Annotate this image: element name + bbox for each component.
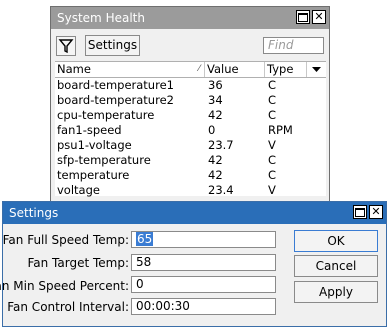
cell-value: 34 bbox=[208, 93, 223, 107]
table-row[interactable]: board-temperature1 36 C bbox=[55, 78, 326, 93]
cell-value: 23.4 bbox=[208, 183, 234, 197]
maximize-icon[interactable] bbox=[296, 10, 310, 24]
cell-name: board-temperature2 bbox=[57, 93, 174, 107]
table-row[interactable]: board-temperature2 34 C bbox=[55, 93, 326, 108]
close-icon[interactable]: ✕ bbox=[312, 10, 326, 24]
column-menu-button[interactable] bbox=[307, 62, 326, 77]
cancel-button-label: Cancel bbox=[315, 259, 357, 273]
dialog-title: Settings bbox=[9, 206, 59, 220]
filter-button[interactable] bbox=[56, 36, 76, 56]
fan-full-speed-temp-input[interactable]: 65 bbox=[131, 231, 276, 248]
fan-min-speed-percent-input[interactable]: 0 bbox=[131, 276, 276, 293]
apply-button[interactable]: Apply bbox=[294, 281, 378, 303]
fan-control-interval-label: Fan Control Interval: bbox=[7, 300, 129, 314]
table-row[interactable]: temperature 42 C bbox=[55, 168, 326, 183]
table-row[interactable]: voltage 23.4 V bbox=[55, 183, 326, 198]
chevron-down-icon bbox=[312, 67, 321, 72]
cell-name: cpu-temperature bbox=[57, 108, 155, 122]
apply-button-label: Apply bbox=[319, 285, 353, 299]
cell-name: sfp-temperature bbox=[57, 153, 151, 167]
system-health-titlebar[interactable]: System Health ✕ bbox=[51, 7, 329, 29]
settings-titlebar[interactable]: Settings ✕ bbox=[3, 202, 386, 224]
fan-target-temp-label: Fan Target Temp: bbox=[27, 256, 129, 270]
table-row[interactable]: cpu-temperature 42 C bbox=[55, 108, 326, 123]
cell-name: board-temperature1 bbox=[57, 78, 174, 92]
fan-target-temp-input[interactable]: 58 bbox=[131, 254, 276, 271]
cancel-button[interactable]: Cancel bbox=[294, 255, 378, 277]
health-table: Name ⁄ Value Type board-temperature1 36 … bbox=[55, 61, 326, 198]
cell-value: 42 bbox=[208, 168, 223, 182]
cell-type: C bbox=[268, 153, 277, 167]
cell-type: V bbox=[268, 183, 276, 197]
cell-name: temperature bbox=[57, 168, 130, 182]
cell-type: C bbox=[268, 108, 277, 122]
cell-value: 36 bbox=[208, 78, 223, 92]
column-header-value[interactable]: Value bbox=[205, 62, 265, 77]
table-header: Name ⁄ Value Type bbox=[55, 62, 326, 78]
cell-type: C bbox=[268, 93, 277, 107]
close-icon[interactable]: ✕ bbox=[369, 205, 383, 219]
maximize-icon[interactable] bbox=[353, 205, 367, 219]
column-type-label: Type bbox=[267, 62, 294, 76]
table-row[interactable]: psu1-voltage 23.7 V bbox=[55, 138, 326, 153]
cell-value: 0 bbox=[208, 123, 216, 137]
settings-button-label: Settings bbox=[87, 38, 138, 52]
column-value-label: Value bbox=[207, 62, 239, 76]
cell-value: 42 bbox=[208, 153, 223, 167]
fan-full-speed-temp-label: Fan Full Speed Temp: bbox=[2, 233, 129, 247]
find-input[interactable]: Find bbox=[263, 37, 324, 54]
cell-value: 23.7 bbox=[208, 138, 234, 152]
cell-name: fan1-speed bbox=[57, 123, 122, 137]
cell-name: voltage bbox=[57, 183, 100, 197]
cell-type: RPM bbox=[268, 123, 293, 137]
fan-min-speed-percent-label: Fan Min Speed Percent: bbox=[0, 279, 129, 293]
cell-type: C bbox=[268, 168, 277, 182]
fan-target-temp-value: 58 bbox=[136, 255, 152, 269]
settings-button[interactable]: Settings bbox=[85, 35, 140, 56]
table-row[interactable]: fan1-speed 0 RPM bbox=[55, 123, 326, 138]
filter-icon bbox=[58, 39, 74, 54]
settings-dialog: Settings ✕ Fan Full Speed Temp: Fan Targ… bbox=[0, 201, 387, 327]
table-row[interactable]: sfp-temperature 42 C bbox=[55, 153, 326, 168]
cell-type: C bbox=[268, 78, 277, 92]
fan-min-speed-percent-value: 0 bbox=[136, 277, 144, 291]
fan-full-speed-temp-value: 65 bbox=[136, 232, 154, 246]
fan-control-interval-value: 00:00:30 bbox=[136, 299, 190, 313]
column-name-label: Name bbox=[57, 62, 91, 76]
cell-type: V bbox=[268, 138, 276, 152]
cell-name: psu1-voltage bbox=[57, 138, 132, 152]
fan-control-interval-input[interactable]: 00:00:30 bbox=[131, 298, 276, 315]
column-header-type[interactable]: Type bbox=[265, 62, 307, 77]
ok-button-label: OK bbox=[327, 234, 345, 248]
find-placeholder: Find bbox=[268, 38, 294, 52]
column-header-name[interactable]: Name ⁄ bbox=[55, 62, 205, 77]
ok-button[interactable]: OK bbox=[294, 230, 378, 252]
sort-icon: ⁄ bbox=[198, 64, 200, 74]
window-title: System Health bbox=[57, 11, 145, 25]
cell-value: 42 bbox=[208, 108, 223, 122]
